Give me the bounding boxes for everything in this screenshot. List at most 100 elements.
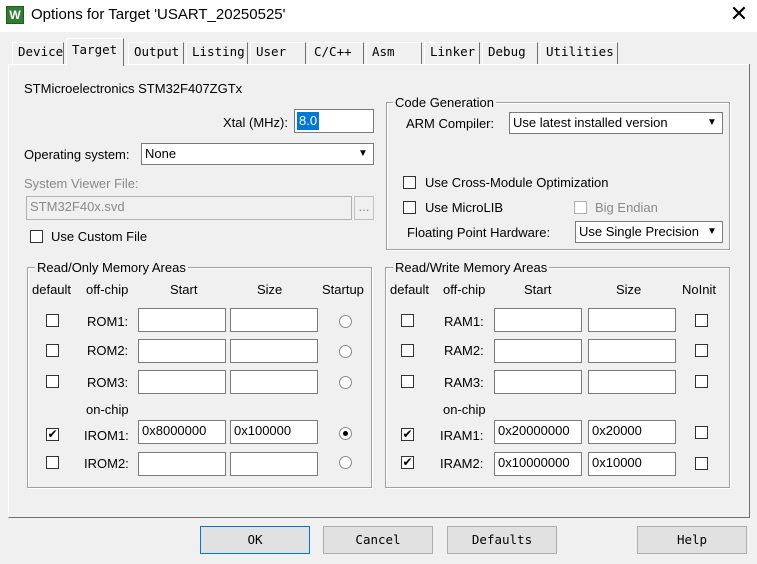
ram1-size-input[interactable] (588, 308, 676, 332)
ro-memory-title: Read/Only Memory Areas (35, 260, 188, 275)
svd-label: System Viewer File: (24, 176, 139, 191)
rom2-start-input[interactable] (138, 339, 226, 363)
os-value: None (145, 146, 177, 161)
iram2-noinit-checkbox[interactable] (695, 457, 708, 470)
rom1-startup-radio[interactable] (339, 315, 352, 328)
microlib-checkbox[interactable] (403, 201, 416, 214)
tab-utilities[interactable]: Utilities (540, 42, 618, 64)
tab-debug[interactable]: Debug (482, 42, 538, 64)
rom1-size-input[interactable] (230, 308, 318, 332)
custom-file-checkbox[interactable] (30, 230, 43, 243)
chevron-down-icon: ▼ (707, 117, 717, 128)
rom3-default-checkbox[interactable] (46, 375, 59, 388)
big-endian-checkbox[interactable] (574, 201, 587, 214)
chevron-down-icon: ▼ (707, 226, 717, 237)
rom3-startup-radio[interactable] (339, 376, 352, 389)
chevron-down-icon: ▼ (358, 148, 368, 159)
tab-user[interactable]: User (250, 42, 306, 64)
ram3-start-input[interactable] (494, 370, 582, 394)
irom1-start-input[interactable]: 0x8000000 (138, 420, 226, 444)
check-icon: ✔ (47, 427, 58, 441)
rom3-start-input[interactable] (138, 370, 226, 394)
compiler-label: ARM Compiler: (406, 116, 495, 131)
os-select[interactable]: None ▼ (141, 143, 374, 165)
fpu-select[interactable]: Use Single Precision ▼ (575, 221, 723, 243)
cross-module-label: Use Cross-Module Optimization (425, 175, 609, 190)
ram1-start-input[interactable] (494, 308, 582, 332)
defaults-button[interactable]: Defaults (447, 526, 557, 554)
rom2-startup-radio[interactable] (339, 345, 352, 358)
rw-header-offchip: off-chip (443, 282, 486, 297)
tab-output[interactable]: Output (128, 42, 184, 64)
ram3-size-input[interactable] (588, 370, 676, 394)
ram1-noinit-checkbox[interactable] (695, 314, 708, 327)
ram2-label: RAM2: (444, 343, 484, 358)
device-name: STMicroelectronics STM32F407ZGTx (24, 81, 243, 96)
rw-header-noinit: NoInit (682, 282, 716, 297)
ram1-default-checkbox[interactable] (401, 314, 414, 327)
irom1-size-input[interactable]: 0x100000 (230, 420, 318, 444)
microlib-label: Use MicroLIB (425, 200, 504, 215)
help-button[interactable]: Help (637, 526, 747, 554)
fpu-value: Use Single Precision (579, 224, 699, 239)
cross-module-checkbox[interactable] (403, 176, 416, 189)
xtal-value: 8.0 (297, 112, 320, 130)
compiler-select[interactable]: Use latest installed version ▼ (509, 112, 723, 134)
ram2-default-checkbox[interactable] (401, 344, 414, 357)
ram3-label: RAM3: (444, 375, 484, 390)
iram1-size-input[interactable]: 0x20000 (588, 420, 676, 444)
radio-selected-dot (343, 431, 348, 436)
rw-header-default: default (390, 282, 430, 297)
iram2-start-input[interactable]: 0x10000000 (494, 452, 582, 476)
ram2-start-input[interactable] (494, 339, 582, 363)
svd-browse-button[interactable]: ... (354, 196, 374, 220)
tab-c-cpp[interactable]: C/C++ (308, 42, 364, 64)
ram2-size-input[interactable] (588, 339, 676, 363)
irom1-default-checkbox[interactable]: ✔ (46, 428, 59, 441)
ram1-label: RAM1: (444, 314, 484, 329)
irom2-startup-radio[interactable] (339, 456, 352, 469)
title-bar: W Options for Target 'USART_20250525' ✕ (0, 0, 757, 32)
fpu-label: Floating Point Hardware: (407, 225, 551, 240)
ok-button[interactable]: OK (200, 526, 310, 554)
ro-header-offchip: off-chip (86, 282, 129, 297)
window-title: Options for Target 'USART_20250525' (31, 6, 286, 23)
xtal-input[interactable]: 8.0 (294, 109, 374, 133)
ram3-noinit-checkbox[interactable] (695, 375, 708, 388)
ro-onchip-label: on-chip (86, 402, 129, 417)
iram2-default-checkbox[interactable]: ✔ (401, 456, 414, 469)
cancel-button[interactable]: Cancel (323, 526, 433, 554)
compiler-value: Use latest installed version (513, 115, 668, 130)
ro-header-startup: Startup (322, 282, 364, 297)
iram2-size-input[interactable]: 0x10000 (588, 452, 676, 476)
tab-listing[interactable]: Listing (186, 42, 248, 64)
rw-header-size: Size (616, 282, 642, 297)
tab-device[interactable]: Device (12, 42, 64, 64)
irom2-label: IROM2: (84, 456, 129, 471)
svd-file-field[interactable]: STM32F40x.svd (26, 196, 352, 220)
iram2-label: IRAM2: (440, 456, 484, 471)
xtal-label: Xtal (MHz): (223, 115, 288, 130)
irom2-start-input[interactable] (138, 452, 226, 476)
iram1-noinit-checkbox[interactable] (695, 426, 708, 439)
rom1-label: ROM1: (87, 314, 129, 329)
irom2-default-checkbox[interactable] (46, 456, 59, 469)
close-icon[interactable]: ✕ (725, 2, 753, 28)
irom1-label: IROM1: (84, 428, 129, 443)
code-generation-title: Code Generation (393, 95, 497, 110)
tab-linker[interactable]: Linker (424, 42, 480, 64)
irom2-size-input[interactable] (230, 452, 318, 476)
irom1-startup-radio[interactable] (339, 427, 352, 440)
rom3-size-input[interactable] (230, 370, 318, 394)
rom3-label: ROM3: (87, 375, 129, 390)
rom2-default-checkbox[interactable] (46, 344, 59, 357)
ram2-noinit-checkbox[interactable] (695, 344, 708, 357)
ram3-default-checkbox[interactable] (401, 375, 414, 388)
tab-asm[interactable]: Asm (366, 42, 422, 64)
tab-target[interactable]: Target (66, 38, 124, 66)
rom1-default-checkbox[interactable] (46, 314, 59, 327)
rom1-start-input[interactable] (138, 308, 226, 332)
iram1-default-checkbox[interactable]: ✔ (401, 428, 414, 441)
iram1-start-input[interactable]: 0x20000000 (494, 420, 582, 444)
rom2-size-input[interactable] (230, 339, 318, 363)
